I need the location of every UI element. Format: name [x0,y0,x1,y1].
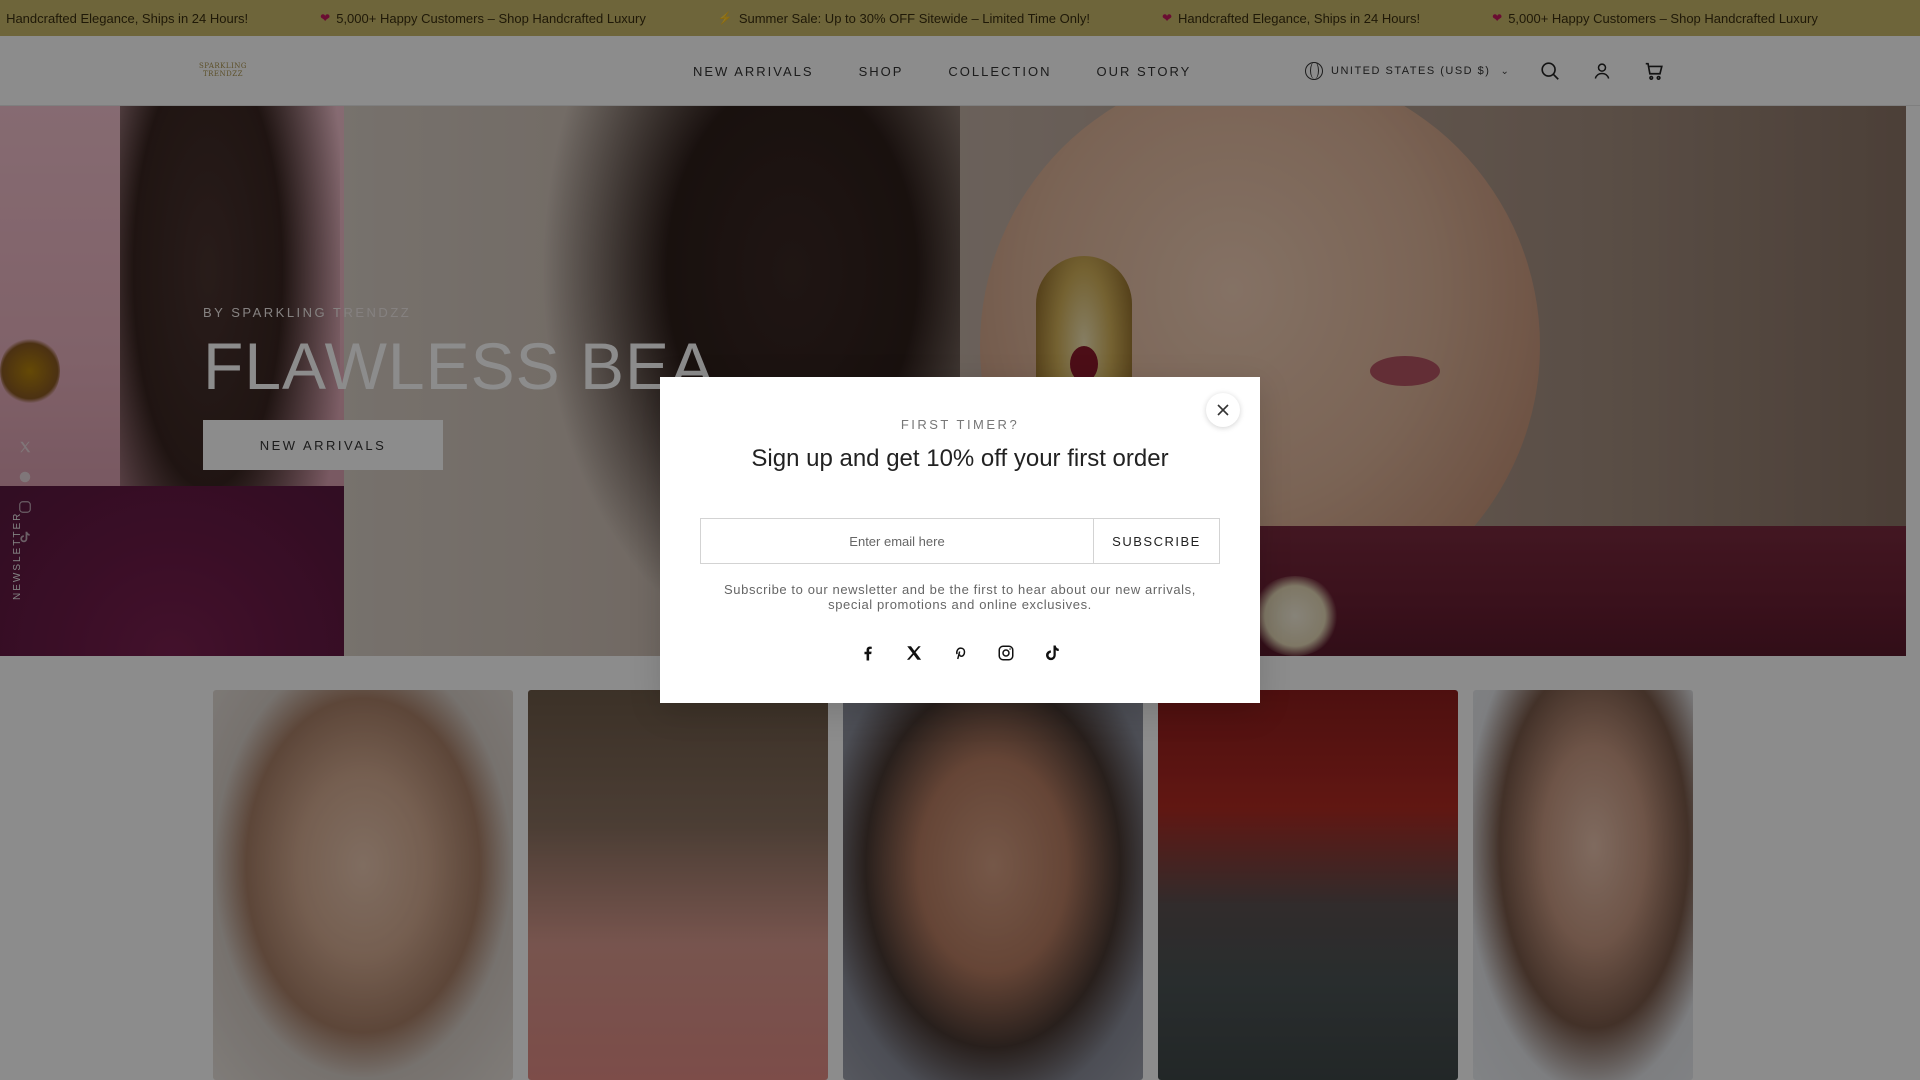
modal-description: Subscribe to our newsletter and be the f… [724,582,1196,612]
modal-kicker: FIRST TIMER? [900,417,1020,432]
x-icon[interactable] [902,641,926,665]
pinterest-icon[interactable] [948,641,972,665]
close-icon [1217,404,1229,416]
subscribe-form: SUBSCRIBE [700,518,1220,564]
tiktok-icon[interactable] [1040,641,1064,665]
modal-socials [660,641,1260,665]
newsletter-modal: FIRST TIMER? Sign up and get 10% off you… [660,377,1260,703]
instagram-icon[interactable] [994,641,1018,665]
facebook-icon[interactable] [856,641,880,665]
email-input[interactable] [701,519,1093,563]
modal-title: Sign up and get 10% off your first order [751,445,1169,472]
subscribe-button[interactable]: SUBSCRIBE [1093,519,1219,563]
